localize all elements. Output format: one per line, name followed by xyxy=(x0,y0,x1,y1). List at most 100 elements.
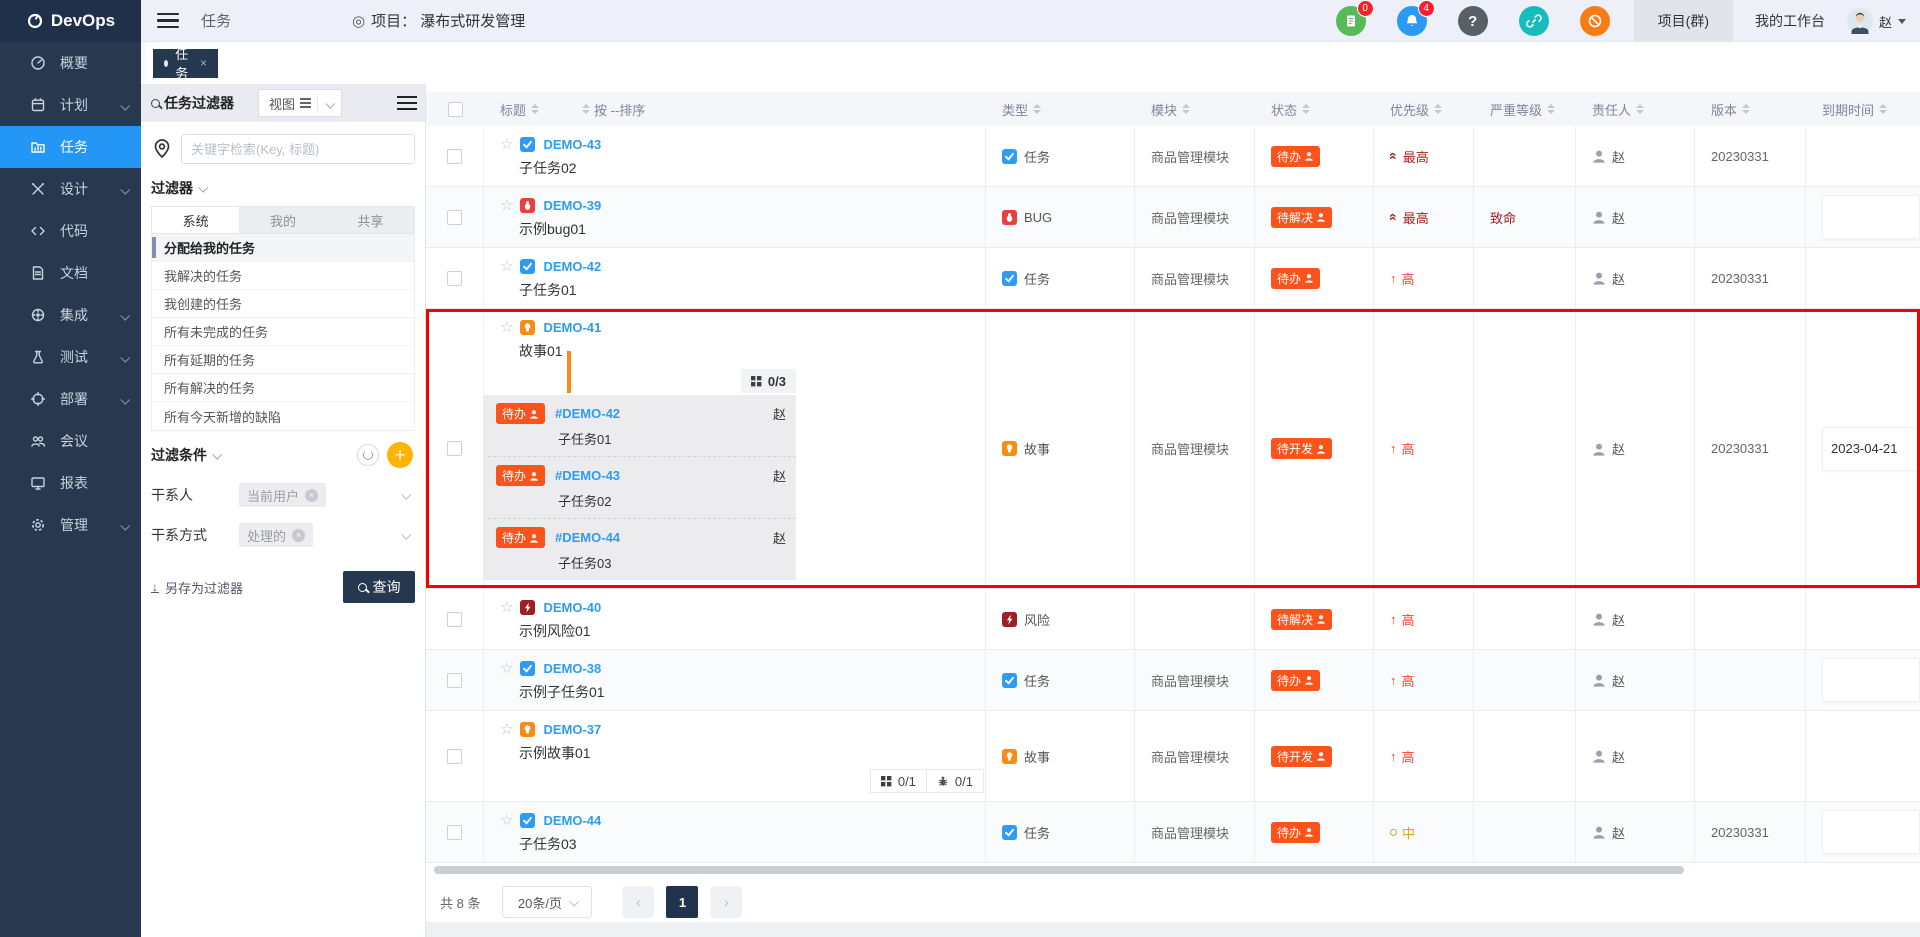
column-header-类型[interactable]: 类型 xyxy=(986,92,1135,126)
tab-close-icon[interactable]: × xyxy=(200,56,207,70)
todo-doc-icon[interactable]: 0 xyxy=(1336,6,1366,36)
filter-item[interactable]: 所有解决的任务 xyxy=(152,374,414,402)
subtask-key-link[interactable]: #DEMO-43 xyxy=(555,468,620,483)
horizontal-scrollbar[interactable] xyxy=(434,866,1684,874)
row-checkbox[interactable] xyxy=(447,210,462,225)
sort-order-control[interactable]: 按 --排序 xyxy=(577,100,645,119)
star-icon[interactable]: ☆ xyxy=(500,811,513,829)
view-switch-button[interactable]: 视图 xyxy=(258,89,342,117)
sidebar-item-代码[interactable]: 代码 xyxy=(0,210,141,252)
star-icon[interactable]: ☆ xyxy=(500,257,513,275)
subtask-key-link[interactable]: #DEMO-44 xyxy=(555,530,620,545)
due-date-input[interactable]: 2023-04-21 xyxy=(1822,427,1919,471)
item-key-link[interactable]: DEMO-40 xyxy=(543,600,601,615)
sort-icon[interactable] xyxy=(1636,104,1644,114)
table-row-DEMO-44[interactable]: ☆DEMO-44子任务03任务商品管理模块待办中赵20230331 xyxy=(426,802,1920,863)
table-row-DEMO-43[interactable]: ☆DEMO-43子任务02任务商品管理模块待办«最高赵20230331 xyxy=(426,126,1920,187)
prev-page-button[interactable]: ‹ xyxy=(622,886,654,918)
bug-counter-chip[interactable]: 0/1 xyxy=(926,769,984,793)
filter-tab-共享[interactable]: 共享 xyxy=(327,207,414,233)
filter-item[interactable]: 所有延期的任务 xyxy=(152,346,414,374)
item-key-link[interactable]: DEMO-42 xyxy=(543,259,601,274)
sidebar-item-测试[interactable]: 测试 xyxy=(0,336,141,378)
table-row-DEMO-38[interactable]: ☆DEMO-38示例子任务01任务商品管理模块待办↑高赵 xyxy=(426,650,1920,711)
table-row-DEMO-40[interactable]: ☆DEMO-40示例风险01风险待解决↑高赵 xyxy=(426,589,1920,650)
item-key-link[interactable]: DEMO-39 xyxy=(543,198,601,213)
item-key-link[interactable]: DEMO-37 xyxy=(543,722,601,737)
row-checkbox[interactable] xyxy=(447,149,462,164)
column-header-严重等级[interactable]: 严重等级 xyxy=(1474,92,1576,126)
star-icon[interactable]: ☆ xyxy=(500,196,513,214)
subtask-key-link[interactable]: #DEMO-42 xyxy=(555,406,620,421)
row-checkbox[interactable] xyxy=(447,271,462,286)
disable-camera-icon[interactable] xyxy=(1580,6,1610,36)
grid-counter-chip[interactable]: 0/1 xyxy=(870,769,927,793)
column-header-title[interactable]: 标题按 --排序 xyxy=(484,92,986,126)
sort-icon[interactable] xyxy=(1033,104,1041,114)
sidebar-item-部署[interactable]: 部署 xyxy=(0,378,141,420)
star-icon[interactable]: ☆ xyxy=(500,135,513,153)
notification-bell-icon[interactable]: 4 xyxy=(1397,6,1427,36)
condition-row-干系人[interactable]: 干系人当前用户× xyxy=(141,475,425,515)
row-checkbox[interactable] xyxy=(447,612,462,627)
star-icon[interactable]: ☆ xyxy=(500,318,513,336)
due-date-input[interactable] xyxy=(1822,810,1920,854)
current-page-button[interactable]: 1 xyxy=(666,886,698,918)
condition-row-干系方式[interactable]: 干系方式处理的× xyxy=(141,515,425,555)
column-header-责任人[interactable]: 责任人 xyxy=(1576,92,1695,126)
next-page-button[interactable]: › xyxy=(710,886,742,918)
item-title[interactable]: 示例bug01 xyxy=(519,219,985,239)
subtask-DEMO-44[interactable]: 待办#DEMO-44赵子任务03 xyxy=(484,519,796,580)
item-title[interactable]: 子任务02 xyxy=(519,158,985,178)
location-pin-icon[interactable] xyxy=(151,137,173,161)
query-button[interactable]: 查询 xyxy=(343,571,415,603)
filter-item[interactable]: 我创建的任务 xyxy=(152,290,414,318)
refresh-conditions-icon[interactable] xyxy=(357,444,379,466)
sidebar-item-文档[interactable]: 文档 xyxy=(0,252,141,294)
column-header-优先级[interactable]: 优先级 xyxy=(1374,92,1474,126)
filter-item[interactable]: 所有今天新增的缺陷 xyxy=(152,402,414,430)
sidebar-item-计划[interactable]: 计划 xyxy=(0,84,141,126)
item-title[interactable]: 子任务03 xyxy=(519,834,985,854)
item-key-link[interactable]: DEMO-38 xyxy=(543,661,601,676)
subtask-DEMO-43[interactable]: 待办#DEMO-43赵子任务02 xyxy=(484,457,796,518)
panel-menu-icon[interactable] xyxy=(397,96,417,111)
filter-tab-我的[interactable]: 我的 xyxy=(239,207,326,233)
sort-icon[interactable] xyxy=(1302,104,1310,114)
subtask-counter[interactable]: 0/3 xyxy=(741,369,796,393)
link-icon[interactable] xyxy=(1519,6,1549,36)
sort-icon[interactable] xyxy=(1879,104,1887,114)
column-header-版本[interactable]: 版本 xyxy=(1695,92,1806,126)
row-checkbox[interactable] xyxy=(447,825,462,840)
item-key-link[interactable]: DEMO-41 xyxy=(543,320,601,335)
remove-tag-icon[interactable]: × xyxy=(292,529,305,542)
remove-tag-icon[interactable]: × xyxy=(305,489,318,502)
item-title[interactable]: 示例子任务01 xyxy=(519,682,985,702)
column-header-状态[interactable]: 状态 xyxy=(1255,92,1374,126)
sort-icon[interactable] xyxy=(531,104,539,114)
save-as-filter-link[interactable]: ↓ 另存为过滤器 xyxy=(151,578,243,597)
filter-item[interactable]: 我解决的任务 xyxy=(152,262,414,290)
star-icon[interactable]: ☆ xyxy=(500,720,513,738)
sidebar-item-报表[interactable]: 报表 xyxy=(0,462,141,504)
add-condition-button[interactable]: + xyxy=(387,442,413,468)
sort-icon[interactable] xyxy=(1182,104,1190,114)
item-title[interactable]: 子任务01 xyxy=(519,280,985,300)
star-icon[interactable]: ☆ xyxy=(500,659,513,677)
star-icon[interactable]: ☆ xyxy=(500,598,513,616)
sort-icon[interactable] xyxy=(1547,104,1555,114)
column-header-到期时间[interactable]: 到期时间 xyxy=(1806,92,1920,126)
sidebar-item-管理[interactable]: 管理 xyxy=(0,504,141,546)
item-key-link[interactable]: DEMO-44 xyxy=(543,813,601,828)
row-checkbox[interactable] xyxy=(447,673,462,688)
filters-section-toggle[interactable]: 过滤器 xyxy=(141,174,425,206)
item-title[interactable]: 故事01 xyxy=(519,341,985,361)
conditions-title[interactable]: 过滤条件 xyxy=(151,445,220,465)
page-size-select[interactable]: 20条/页 xyxy=(502,886,592,918)
filter-item[interactable]: 所有未完成的任务 xyxy=(152,318,414,346)
menu-toggle-icon[interactable] xyxy=(157,13,179,29)
sort-icon[interactable] xyxy=(1434,104,1442,114)
subtask-DEMO-42[interactable]: 待办#DEMO-42赵子任务01 xyxy=(484,395,796,456)
item-key-link[interactable]: DEMO-43 xyxy=(543,137,601,152)
help-icon[interactable]: ? xyxy=(1458,6,1488,36)
